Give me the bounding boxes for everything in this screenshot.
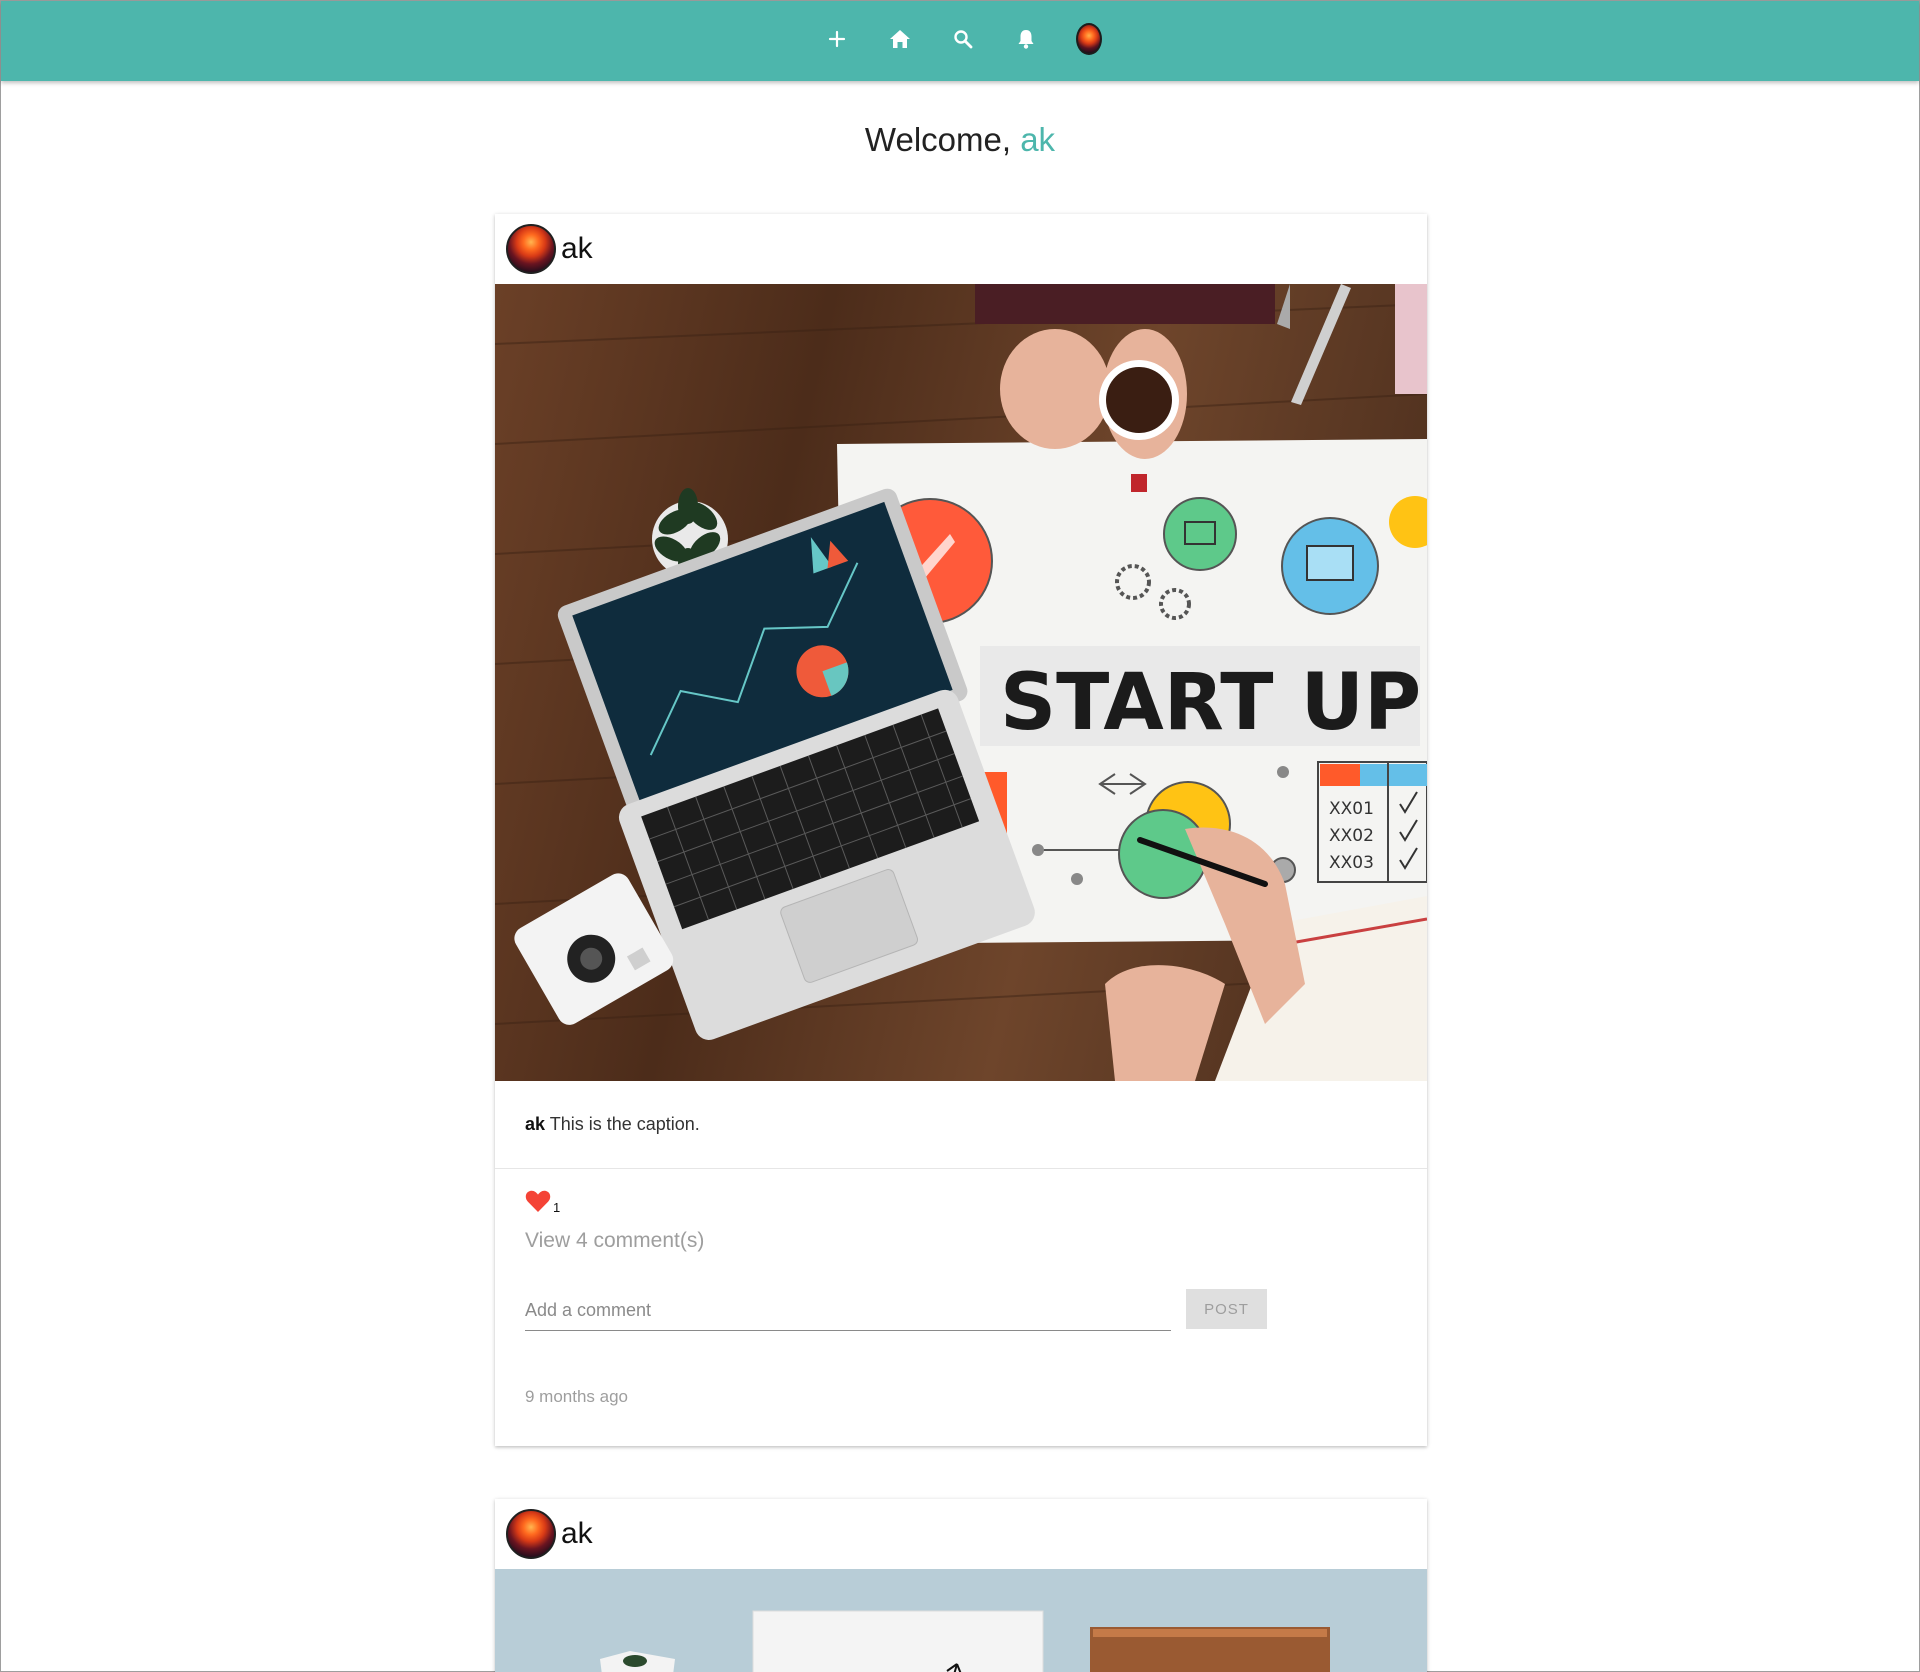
view-comments-link[interactable]: View 4 comment(s) xyxy=(525,1229,1397,1253)
nav-items xyxy=(824,23,1102,55)
post-image xyxy=(495,1569,1427,1672)
add-post-button[interactable] xyxy=(824,26,850,52)
notifications-button[interactable] xyxy=(1013,26,1039,52)
profile-button[interactable] xyxy=(1076,23,1102,55)
avatar[interactable] xyxy=(506,224,556,274)
search-icon xyxy=(954,30,973,49)
post-username[interactable]: ak xyxy=(561,232,593,266)
image-table-row: XX02 xyxy=(1329,826,1374,846)
welcome-prefix: Welcome, xyxy=(864,121,1021,158)
welcome-heading: Welcome, ak xyxy=(1,121,1919,159)
post-caption: ak This is the caption. xyxy=(495,1081,1427,1169)
image-text: START UP xyxy=(1000,658,1421,748)
post-username[interactable]: ak xyxy=(561,1517,593,1551)
post-image: START UP XX01 XX02 XX03 xyxy=(495,284,1427,1081)
image-table-row: XX03 xyxy=(1329,853,1374,873)
post-timestamp: 9 months ago xyxy=(525,1387,629,1406)
search-button[interactable] xyxy=(950,26,976,52)
like-count: 1 xyxy=(553,1200,561,1215)
post-card: ak xyxy=(495,1499,1427,1672)
avatar xyxy=(1076,23,1102,55)
plus-icon xyxy=(828,30,846,48)
caption-text: This is the caption. xyxy=(545,1114,700,1134)
bell-icon xyxy=(1018,30,1034,49)
post-header: ak xyxy=(495,1499,1427,1569)
welcome-username: ak xyxy=(1020,121,1056,158)
caption-username[interactable]: ak xyxy=(525,1114,545,1134)
heart-icon[interactable] xyxy=(525,1189,551,1213)
avatar[interactable] xyxy=(506,1509,556,1559)
post-card: ak xyxy=(495,214,1427,1446)
comment-input[interactable] xyxy=(525,1297,1171,1331)
post-header: ak xyxy=(495,214,1427,284)
home-button[interactable] xyxy=(887,26,913,52)
top-navbar xyxy=(1,1,1919,81)
home-icon xyxy=(890,30,910,48)
post-comment-button[interactable]: POST xyxy=(1186,1289,1267,1329)
comment-form: POST xyxy=(525,1289,1397,1331)
image-table-row: XX01 xyxy=(1329,799,1374,819)
like-row: 1 xyxy=(525,1189,1397,1215)
post-actions: 1 View 4 comment(s) POST 9 months ago xyxy=(495,1169,1427,1407)
